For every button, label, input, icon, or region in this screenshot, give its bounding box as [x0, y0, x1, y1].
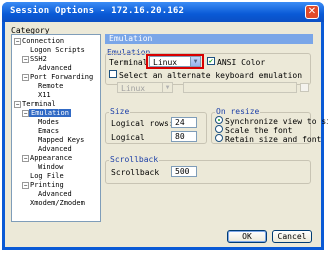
panel-header: Emulation	[105, 34, 313, 44]
tree-item-mapped-keys[interactable]: Mapped Keys	[38, 136, 84, 144]
expander-terminal[interactable]: −	[14, 101, 21, 108]
tree-item-connection[interactable]: Connection	[22, 37, 64, 45]
close-button[interactable]: ✕	[305, 5, 319, 19]
resize-scale-label: Scale the font	[225, 126, 293, 135]
alt-keyboard-select[interactable]: Linux ▼	[117, 82, 173, 93]
expander-connection[interactable]: −	[14, 38, 21, 45]
chevron-down-icon[interactable]: ▼	[190, 57, 200, 66]
window-title: Session Options - 172.16.20.162	[10, 6, 185, 16]
tree-item-emulation[interactable]: Emulation	[29, 109, 71, 117]
alt-keyboard-browse-button[interactable]	[300, 83, 309, 92]
tree-item-printing-advanced[interactable]: Advanced	[38, 190, 72, 198]
expander-port-forwarding[interactable]: −	[22, 74, 29, 81]
tree-item-x11[interactable]: X11	[38, 91, 51, 99]
ansi-color-checkbox[interactable]: ✔	[207, 57, 215, 65]
logical-rows-input[interactable]: 24	[171, 117, 197, 128]
logical-rows-label: Logical rows:	[111, 119, 174, 128]
resize-scale-radio[interactable]	[215, 125, 223, 133]
alt-keyboard-select-value: Linux	[121, 84, 146, 93]
tree-item-ssh2[interactable]: SSH2	[30, 55, 47, 63]
dialog-body: Category − Connection Logon Scripts − SS…	[5, 22, 328, 247]
emulation-panel: Emulation Emulation Terminal Linux ▼ ✔ A…	[105, 34, 328, 222]
title-bar[interactable]: Session Options - 172.16.20.162 ✕	[2, 2, 324, 22]
tree-item-logon-scripts[interactable]: Logon Scripts	[30, 46, 85, 54]
expander-printing[interactable]: −	[22, 182, 29, 189]
tree-item-remote[interactable]: Remote	[38, 82, 63, 90]
size-group-title: Size	[109, 107, 131, 116]
tree-item-port-forwarding[interactable]: Port Forwarding	[30, 73, 93, 81]
scrollback-label: Scrollback	[111, 168, 160, 177]
ok-button[interactable]: OK	[227, 230, 267, 243]
tree-item-ssh2-advanced[interactable]: Advanced	[38, 64, 72, 72]
on-resize-group-title: On resize	[215, 107, 261, 116]
tree-item-printing[interactable]: Printing	[30, 181, 64, 189]
alt-keyboard-checkbox[interactable]	[109, 70, 117, 78]
tree-item-xmodem-zmodem[interactable]: Xmodem/Zmodem	[30, 199, 85, 207]
logical-cols-label: Logical	[111, 133, 145, 142]
expander-appearance[interactable]: −	[22, 155, 29, 162]
terminal-select[interactable]: Linux ▼	[149, 56, 201, 67]
scrollback-group-title: Scrollback	[109, 155, 160, 164]
ansi-color-label: ANSI Color	[217, 58, 266, 67]
terminal-label: Terminal	[109, 58, 148, 67]
tree-item-appearance[interactable]: Appearance	[30, 154, 72, 162]
logical-cols-input[interactable]: 80	[171, 131, 197, 142]
alt-keyboard-field	[183, 82, 297, 93]
resize-retain-radio[interactable]	[215, 134, 223, 142]
expander-ssh2[interactable]: −	[22, 56, 29, 63]
session-options-window: Session Options - 172.16.20.162 ✕ Catego…	[2, 2, 328, 250]
resize-sync-radio[interactable]	[215, 116, 223, 124]
tree-item-terminal[interactable]: Terminal	[22, 100, 56, 108]
expander-emulation[interactable]: −	[22, 110, 29, 117]
resize-sync-label: Synchronize view to siz	[225, 117, 328, 126]
cancel-button[interactable]: Cancel	[272, 230, 312, 243]
tree-item-emacs[interactable]: Emacs	[38, 127, 59, 135]
alt-keyboard-label: Select an alternate keyboard emulation	[119, 71, 303, 80]
chevron-down-icon[interactable]: ▼	[162, 83, 172, 92]
scrollback-input[interactable]: 500	[171, 166, 197, 177]
tree-item-log-file[interactable]: Log File	[30, 172, 64, 180]
tree-item-terminal-advanced[interactable]: Advanced	[38, 145, 72, 153]
tree-item-window[interactable]: Window	[38, 163, 63, 171]
terminal-select-value: Linux	[153, 58, 178, 67]
tree-item-modes[interactable]: Modes	[38, 118, 59, 126]
resize-retain-label: Retain size and font	[225, 135, 322, 144]
category-tree[interactable]: − Connection Logon Scripts − SSH2 Advanc…	[11, 34, 101, 222]
